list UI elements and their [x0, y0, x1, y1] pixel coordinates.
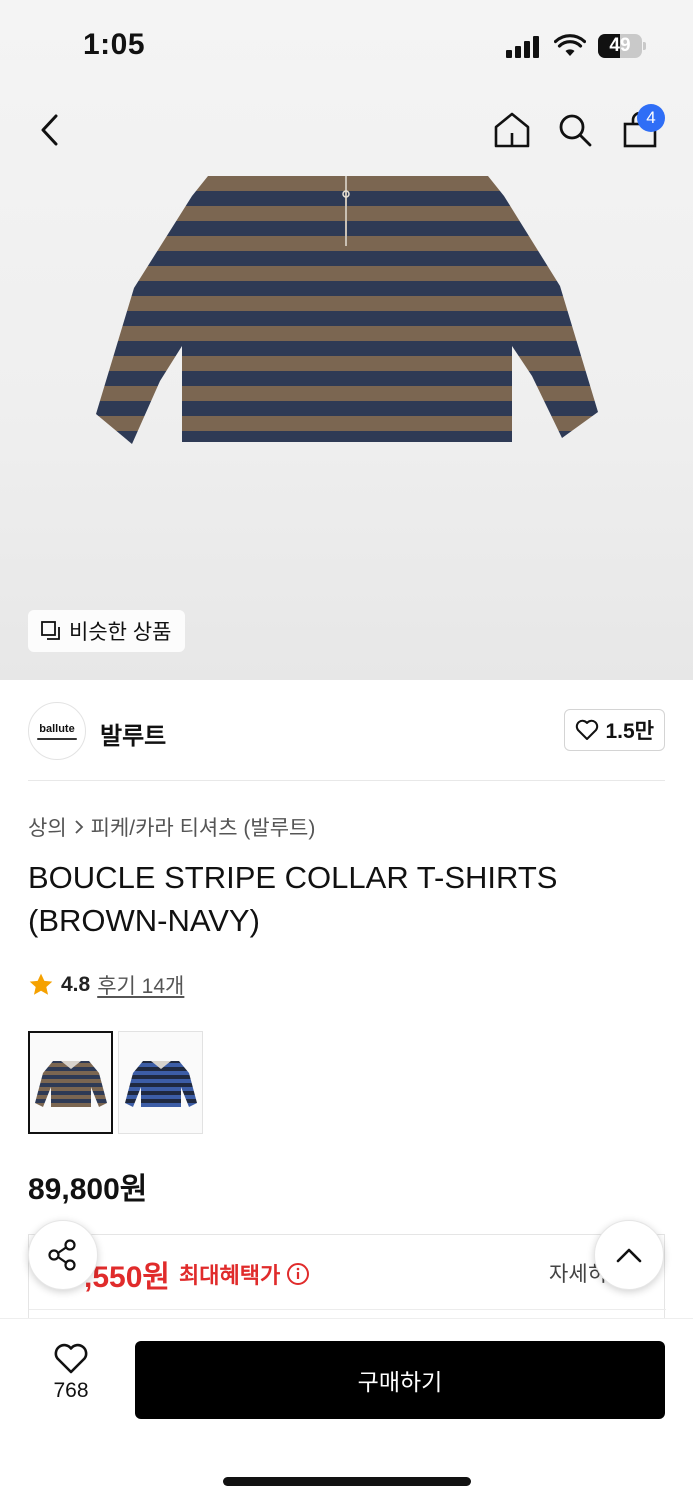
chevron-left-icon: [41, 114, 58, 146]
product-price: 89,800원: [28, 1173, 148, 1206]
similar-products-button[interactable]: 비슷한 상품: [28, 610, 186, 652]
rating-row: 4.8 후기 14개: [28, 970, 184, 1000]
color-option-brown-navy[interactable]: [28, 1031, 113, 1134]
brand-logo-text: ballute: [39, 722, 75, 735]
wifi-icon: [554, 34, 586, 56]
brand-like-button[interactable]: 1.5만: [564, 709, 665, 751]
product-photo: [96, 176, 598, 444]
chevron-right-icon: [75, 820, 83, 834]
product-title: BOUCLE STRIPE COLLAR T-SHIRTS (BROWN-NAV…: [28, 860, 558, 938]
search-icon: [559, 114, 592, 147]
wishlist-button[interactable]: 768: [30, 1343, 112, 1423]
color-option-blue-navy[interactable]: [118, 1031, 203, 1134]
heart-icon: [54, 1343, 88, 1374]
thumbnail-blue-navy: [124, 1060, 197, 1107]
brand-name[interactable]: 발루트: [100, 716, 166, 751]
back-button[interactable]: [26, 100, 74, 160]
brand-row: ballute 발루트 1.5만: [28, 702, 665, 760]
battery-icon: 49: [598, 34, 646, 58]
breadcrumb-subcategory[interactable]: 피케/카라 티셔츠 (발루트): [91, 812, 316, 842]
brand-logo[interactable]: ballute: [28, 702, 86, 760]
divider: [28, 780, 665, 781]
overlap-squares-icon: [41, 621, 60, 640]
home-icon: [494, 112, 530, 148]
similar-products-label: 비슷한 상품: [69, 621, 172, 644]
breadcrumb-category[interactable]: 상의: [28, 812, 67, 842]
chevron-up-icon: [616, 1248, 642, 1263]
max-benefit-box[interactable]: ,550원 최대혜택가 자세히: [28, 1234, 666, 1324]
info-icon[interactable]: [286, 1262, 310, 1286]
status-time: 1:05: [83, 28, 146, 61]
buy-button[interactable]: 구매하기: [135, 1341, 665, 1419]
cart-count-badge: 4: [637, 104, 665, 132]
brand-like-count: 1.5만: [605, 720, 654, 743]
rating-value: 4.8: [61, 973, 91, 996]
benefit-label: 최대혜택가: [179, 1258, 310, 1290]
heart-icon: [576, 719, 599, 740]
home-button[interactable]: [488, 100, 536, 160]
bottom-action-bar: 768 구매하기: [0, 1318, 693, 1500]
color-options: [28, 1031, 203, 1134]
home-indicator: [223, 1477, 471, 1486]
battery-level: 49: [609, 35, 631, 56]
thumbnail-brown-navy: [34, 1060, 107, 1107]
share-icon: [48, 1239, 76, 1271]
wishlist-count: 768: [53, 1379, 89, 1402]
breadcrumb: 상의 피케/카라 티셔츠 (발루트): [28, 812, 315, 842]
share-button[interactable]: [28, 1220, 98, 1290]
review-link[interactable]: 후기 14개: [97, 970, 184, 1000]
status-bar: 1:05 49: [0, 0, 693, 92]
top-nav: [0, 100, 693, 160]
cellular-signal-icon: [506, 36, 542, 58]
search-button[interactable]: [551, 100, 599, 160]
scroll-top-button[interactable]: [594, 1220, 664, 1290]
star-icon: [29, 973, 53, 995]
